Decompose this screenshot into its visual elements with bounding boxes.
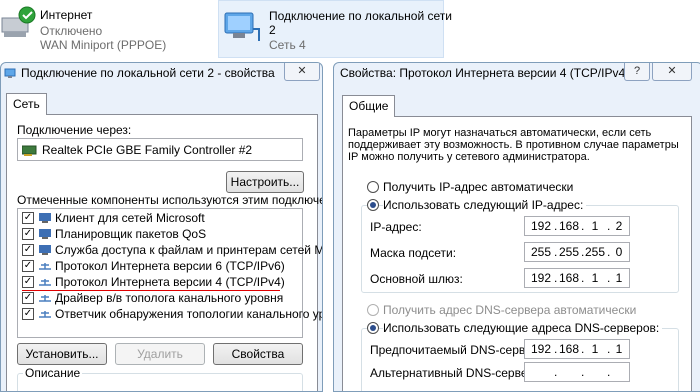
protocol-icon — [38, 260, 52, 272]
adapter-box: Realtek PCIe GBE Family Controller #2 — [17, 138, 303, 161]
ip-manual-radio[interactable] — [367, 199, 379, 211]
connection-lan-2[interactable]: Подключение по локальной сети 2 Сеть 4 — [218, 0, 452, 58]
list-item[interactable]: ✓ Планировщик пакетов QoS — [18, 226, 302, 242]
octet: 255 — [559, 245, 580, 259]
component-label: Планировщик пакетов QoS — [55, 227, 207, 241]
connection-name: Подключение по локальной сети — [269, 9, 452, 23]
connection-name: Интернет — [40, 8, 93, 22]
configure-button[interactable]: Настроить... — [226, 171, 304, 193]
component-checkbox[interactable]: ✓ — [22, 212, 34, 224]
components-label: Отмеченные компоненты используются этим … — [17, 193, 322, 207]
octet: 255 — [585, 245, 606, 259]
service-icon — [38, 228, 52, 240]
octet: 1 — [591, 342, 599, 356]
tab-network[interactable]: Сеть — [6, 93, 47, 115]
info-text: Параметры IP могут назначаться автоматич… — [348, 127, 652, 139]
service-icon — [38, 244, 52, 256]
network-connections-strip: Интернет Отключено WAN Miniport (PPPOE) … — [0, 0, 700, 62]
mask-label: Маска подсети: — [370, 246, 457, 260]
list-item[interactable]: ✓ Ответчик обнаружения топологии канальн… — [18, 306, 322, 322]
components-list: ✓ Клиент для сетей Microsoft ✓ Планировщ… — [17, 208, 322, 338]
octet: 192 — [531, 219, 552, 233]
component-checkbox[interactable]: ✓ — [22, 244, 34, 256]
network-card-icon — [21, 144, 38, 156]
ip-address-field[interactable]: 192. 168. 1. 2 — [524, 216, 630, 236]
tab-general[interactable]: Общие — [342, 95, 396, 117]
help-button[interactable]: ? — [624, 63, 650, 81]
network-title-icon — [4, 67, 16, 79]
ip-auto-label: Получить IP-адрес автоматически — [383, 180, 574, 194]
lan-properties-dialog: Подключение по локальной сети 2 - свойст… — [0, 62, 323, 392]
properties-button[interactable]: Свойства — [213, 343, 303, 365]
adapter-name: Realtek PCIe GBE Family Controller #2 — [42, 143, 253, 157]
dns-auto-radio[interactable] — [367, 304, 379, 316]
component-label: Протокол Интернета версии 4 (TCP/IPv4) — [55, 275, 285, 289]
dns-manual-label: Использовать следующие адреса DNS-сервер… — [383, 321, 663, 335]
list-item[interactable]: ✓ Служба доступа к файлам и принтерам се… — [18, 242, 322, 258]
client-icon — [38, 212, 52, 224]
dns-auto-label: Получить адрес DNS-сервера автоматически — [383, 303, 637, 317]
close-button[interactable]: ✕ — [284, 63, 320, 81]
protocol-icon — [38, 308, 52, 320]
ipv4-properties-dialog: Свойства: Протокол Интернета версии 4 (T… — [333, 62, 700, 392]
octet: 1 — [615, 271, 623, 285]
dialog-title: Свойства: Протокол Интернета версии 4 (T… — [340, 66, 630, 80]
octet: 168 — [559, 271, 580, 285]
list-item-selected[interactable]: ✓ Протокол Интернета версии 4 (TCP/IPv4) — [18, 274, 302, 291]
connection-network: Сеть 4 — [269, 38, 306, 52]
component-label: Драйвер в/в тополога канального уровня — [55, 291, 284, 305]
octet: 1 — [615, 342, 623, 356]
gateway-label: Основной шлюз: — [370, 272, 463, 286]
octet: 1 — [591, 219, 599, 233]
connect-via-label: Подключение через: — [17, 123, 132, 137]
list-item[interactable]: ✓ Протокол Интернета версии 6 (TCP/IPv6) — [18, 258, 302, 274]
component-label: Протокол Интернета версии 6 (TCP/IPv6) — [55, 259, 285, 273]
remove-button[interactable]: Удалить — [115, 343, 205, 365]
dns-preferred-label: Предпочитаемый DNS-сервер: — [370, 343, 542, 357]
info-text: IP можно получить у сетевого администрат… — [348, 151, 590, 163]
dns-preferred-field[interactable]: 192. 168. 1. 1 — [524, 339, 630, 359]
network-adapter-icon — [0, 6, 40, 42]
octet: 2 — [615, 219, 623, 233]
dialog-title: Подключение по локальной сети 2 - свойст… — [21, 66, 275, 80]
dns-group — [361, 328, 679, 391]
close-button[interactable]: ✕ — [652, 63, 692, 81]
install-button[interactable]: Установить... — [17, 343, 107, 365]
connection-internet[interactable]: Интернет Отключено WAN Miniport (PPPOE) — [0, 0, 200, 58]
lan-adapter-icon — [223, 9, 263, 45]
component-checkbox[interactable]: ✓ — [22, 260, 34, 272]
component-label: Клиент для сетей Microsoft — [55, 211, 205, 225]
component-checkbox[interactable]: ✓ — [22, 228, 34, 240]
component-checkbox[interactable]: ✓ — [22, 308, 34, 320]
protocol-icon — [38, 276, 52, 288]
component-checkbox[interactable]: ✓ — [22, 276, 34, 288]
octet: 192 — [531, 271, 552, 285]
octet: 255 — [531, 245, 552, 259]
connection-number: 2 — [269, 23, 276, 37]
ip-manual-label: Использовать следующий IP-адрес: — [383, 198, 587, 212]
component-checkbox[interactable]: ✓ — [22, 292, 34, 304]
dns-manual-radio[interactable] — [367, 322, 379, 334]
dns-alternate-field[interactable]: ... — [524, 362, 630, 382]
ip-label: IP-адрес: — [370, 220, 422, 234]
list-item[interactable]: ✓ Клиент для сетей Microsoft — [18, 210, 302, 226]
octet: 168 — [559, 219, 580, 233]
octet: 168 — [559, 342, 580, 356]
connection-device: WAN Miniport (PPPOE) — [40, 38, 167, 52]
ip-auto-radio[interactable] — [367, 181, 379, 193]
protocol-icon — [38, 292, 52, 304]
octet: 192 — [531, 342, 552, 356]
octet: 1 — [591, 271, 599, 285]
connection-status: Отключено — [40, 24, 103, 38]
list-item[interactable]: ✓ Драйвер в/в тополога канального уровня — [18, 290, 302, 306]
component-label: Ответчик обнаружения топологии канальног… — [55, 307, 323, 321]
info-text: поддерживает эту возможность. В противно… — [348, 139, 679, 151]
gateway-field[interactable]: 192. 168. 1. 1 — [524, 268, 630, 288]
subnet-mask-field[interactable]: 255. 255. 255. 0 — [524, 242, 630, 262]
component-label: Служба доступа к файлам и принтерам сете… — [55, 243, 322, 257]
octet: 0 — [615, 245, 623, 259]
